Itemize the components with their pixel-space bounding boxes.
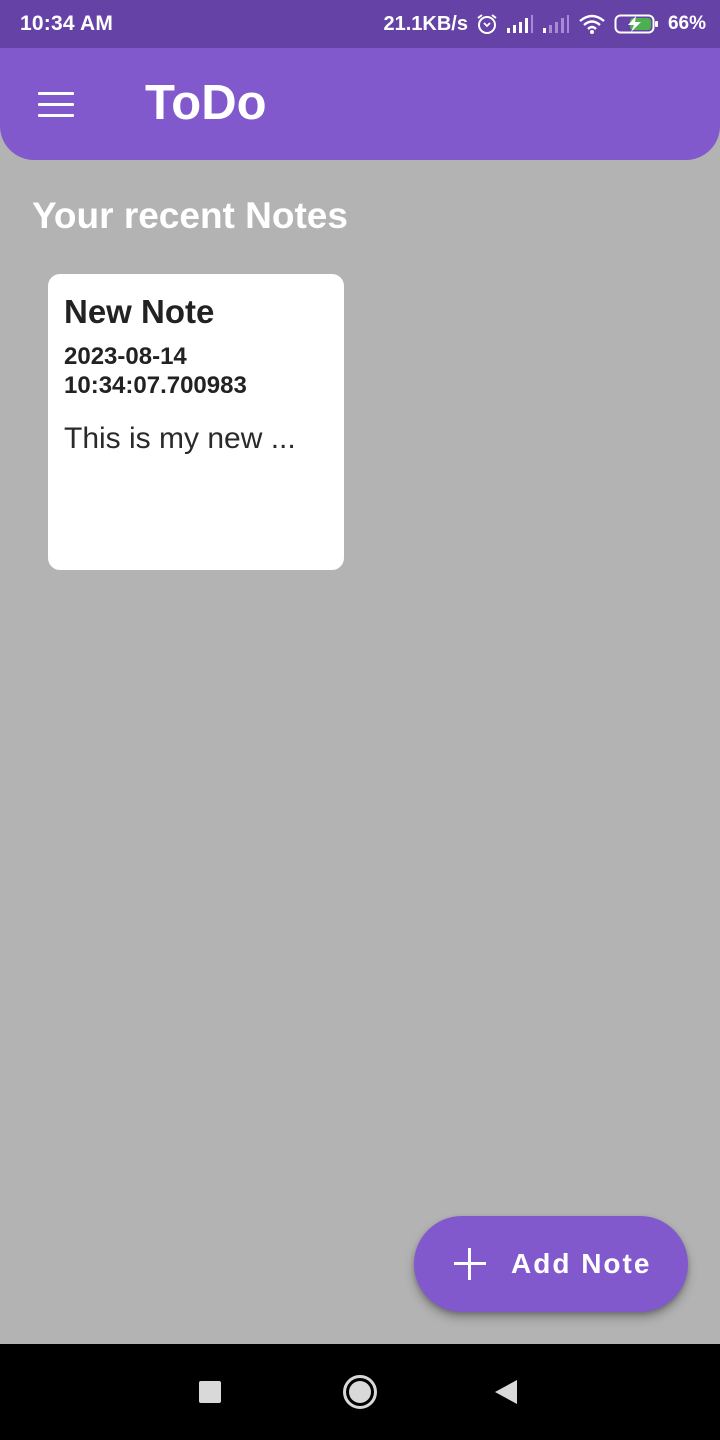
plus-icon [454,1248,486,1280]
app-bar: ToDo [0,48,720,160]
back-button[interactable] [466,1344,546,1440]
section-heading: Your recent Notes [32,195,348,236]
menu-button[interactable] [26,78,86,130]
navigation-bar [0,1344,720,1440]
signal-icon [506,14,534,34]
note-date: 2023-08-14 10:34:07.700983 [64,343,247,399]
wifi-icon [578,13,606,35]
back-icon [495,1380,517,1404]
add-note-button[interactable]: Add Note [414,1216,688,1312]
alarm-icon [476,13,498,35]
hamburger-menu-icon [38,91,74,117]
app-title: ToDo [145,76,267,130]
status-time: 10:34 AM [20,12,114,35]
battery-charging-icon [614,13,660,35]
status-bar: 10:34 AM 21.1KB/s 66% [0,0,720,48]
battery-percent: 66% [667,13,706,34]
network-speed: 21.1KB/s [383,12,468,35]
add-note-label: Add Note [511,1248,652,1279]
note-title: New Note [64,293,215,330]
note-preview: This is my new ... [64,422,296,455]
recent-apps-button[interactable] [170,1344,250,1440]
home-icon [343,1375,377,1409]
note-card[interactable]: New Note 2023-08-14 10:34:07.700983 This… [48,274,344,570]
signal-icon [542,14,570,34]
recent-apps-icon [199,1381,221,1403]
home-button[interactable] [320,1344,400,1440]
status-icons: 21.1KB/s 66% [383,13,706,36]
